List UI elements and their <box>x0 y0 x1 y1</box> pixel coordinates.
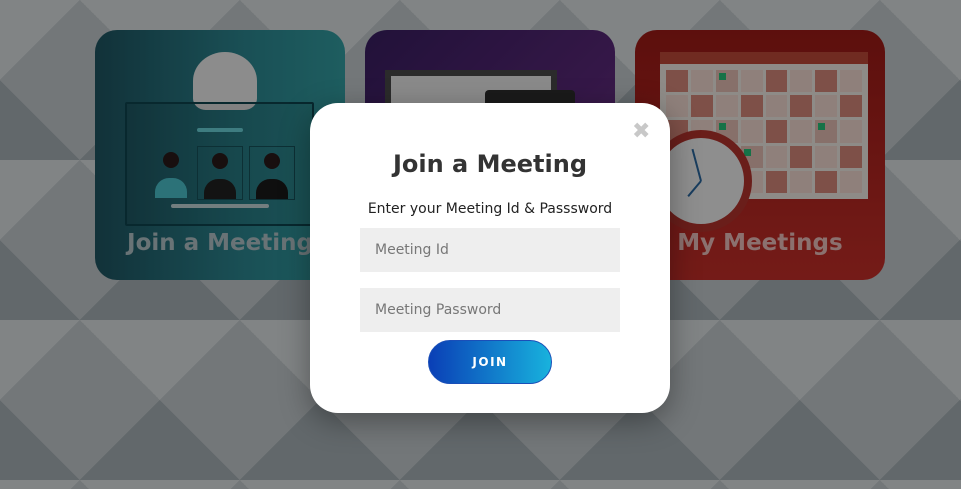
modal-subtitle: Enter your Meeting Id & Passsword <box>367 201 613 217</box>
close-icon[interactable]: ✖ <box>632 121 650 143</box>
join-button[interactable]: JOIN <box>428 340 552 384</box>
join-meeting-modal: ✖ Join a Meeting Enter your Meeting Id &… <box>310 103 670 413</box>
modal-title: Join a Meeting <box>392 150 588 178</box>
meeting-password-input[interactable] <box>360 288 620 332</box>
meeting-id-input[interactable] <box>360 228 620 272</box>
